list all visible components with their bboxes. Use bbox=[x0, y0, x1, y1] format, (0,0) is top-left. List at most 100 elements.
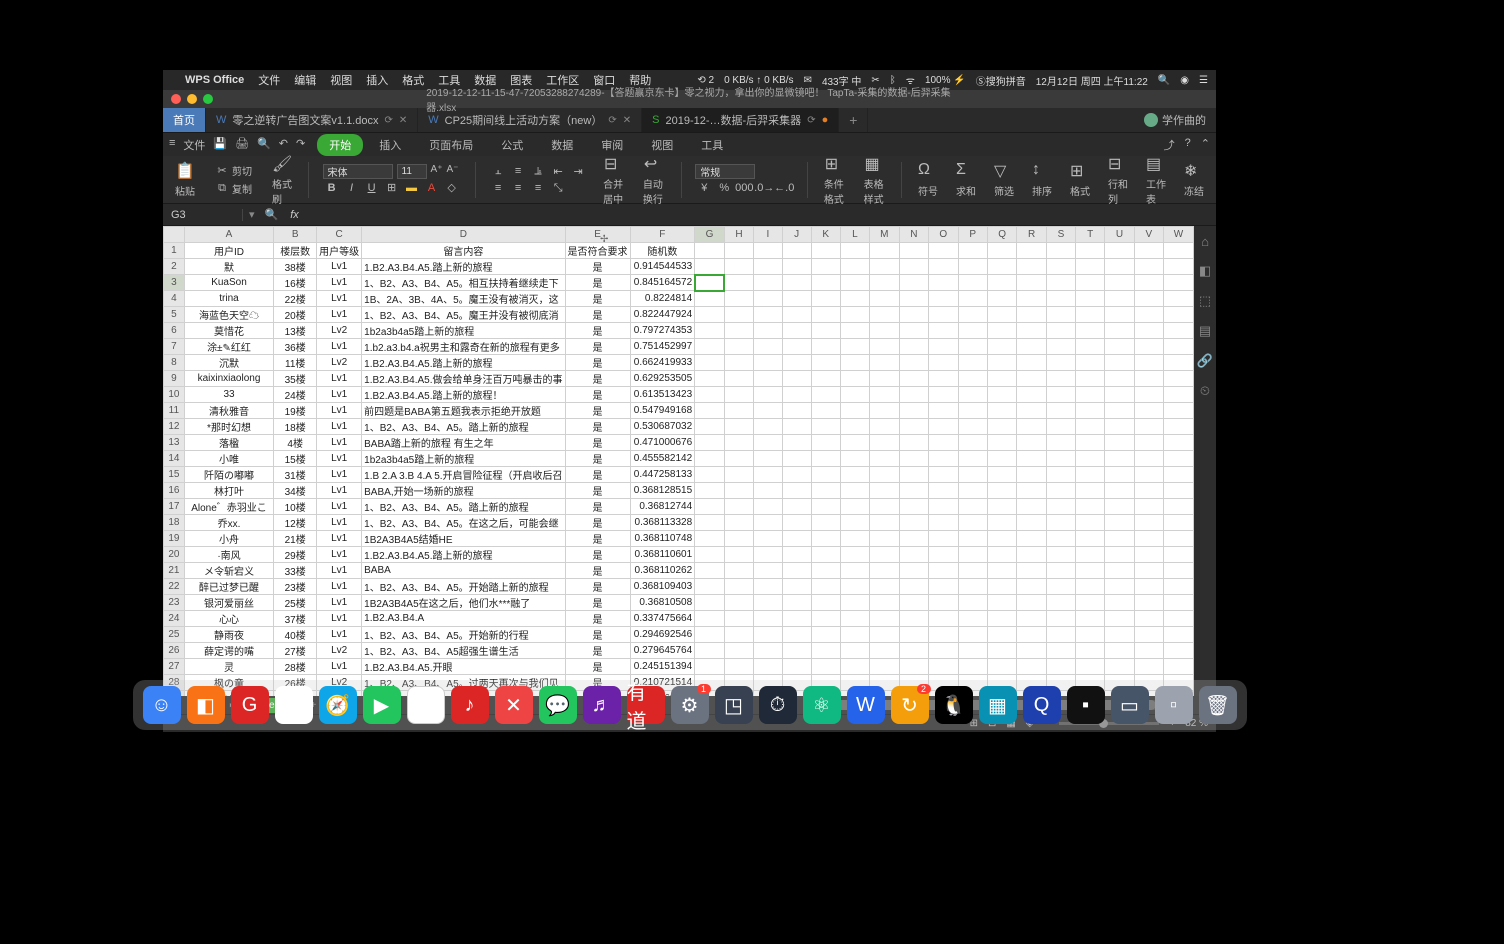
help-icon[interactable]: ? bbox=[1185, 137, 1191, 153]
cell[interactable] bbox=[754, 371, 782, 387]
cell[interactable] bbox=[695, 451, 725, 467]
cell[interactable] bbox=[1134, 259, 1163, 275]
cell[interactable]: 0.368128515 bbox=[630, 483, 695, 499]
cell[interactable] bbox=[1134, 243, 1163, 259]
tab-sync-icon[interactable]: ⟳ bbox=[384, 115, 392, 126]
cell[interactable] bbox=[782, 355, 811, 371]
ribbon-tab-tools[interactable]: 工具 bbox=[689, 134, 735, 156]
cell[interactable]: 0.279645764 bbox=[630, 643, 695, 659]
notification-center-icon[interactable]: ☰ bbox=[1199, 75, 1208, 86]
cell[interactable] bbox=[1163, 547, 1193, 563]
cell[interactable] bbox=[754, 595, 782, 611]
cell[interactable] bbox=[1105, 579, 1134, 595]
cell[interactable]: 0.368110601 bbox=[630, 547, 695, 563]
cell[interactable]: Lv1 bbox=[317, 499, 362, 515]
cell[interactable] bbox=[1163, 259, 1193, 275]
cell[interactable]: Lv1 bbox=[317, 339, 362, 355]
cell[interactable] bbox=[899, 339, 928, 355]
cell[interactable] bbox=[1134, 419, 1163, 435]
row-header[interactable]: 2 bbox=[164, 259, 185, 275]
col-header-B[interactable]: B bbox=[274, 227, 317, 243]
cell[interactable] bbox=[1134, 435, 1163, 451]
col-header-M[interactable]: M bbox=[869, 227, 899, 243]
cell[interactable]: 楼层数 bbox=[274, 243, 317, 259]
cell[interactable] bbox=[958, 419, 987, 435]
qa-file[interactable]: 文件 bbox=[183, 137, 205, 153]
cell[interactable] bbox=[1134, 323, 1163, 339]
cell[interactable] bbox=[782, 563, 811, 579]
cell[interactable] bbox=[869, 627, 899, 643]
cell[interactable] bbox=[869, 355, 899, 371]
col-header-N[interactable]: N bbox=[899, 227, 928, 243]
cell[interactable] bbox=[899, 259, 928, 275]
cell[interactable] bbox=[1105, 323, 1134, 339]
cell[interactable] bbox=[869, 563, 899, 579]
cell[interactable] bbox=[811, 595, 840, 611]
row-header[interactable]: 8 bbox=[164, 355, 185, 371]
cell[interactable] bbox=[958, 259, 987, 275]
cell[interactable] bbox=[1017, 531, 1046, 547]
col-header-D[interactable]: D bbox=[362, 227, 565, 243]
cell[interactable] bbox=[840, 291, 869, 307]
cell[interactable] bbox=[1134, 563, 1163, 579]
cell[interactable] bbox=[695, 339, 725, 355]
cell[interactable]: 20楼 bbox=[274, 307, 317, 323]
cell[interactable] bbox=[1076, 659, 1105, 675]
cell[interactable] bbox=[929, 291, 959, 307]
cell[interactable] bbox=[840, 611, 869, 627]
cell[interactable] bbox=[1163, 371, 1193, 387]
cell[interactable] bbox=[754, 275, 782, 291]
cell[interactable] bbox=[811, 259, 840, 275]
cell[interactable] bbox=[1017, 659, 1046, 675]
cell[interactable] bbox=[754, 419, 782, 435]
cell[interactable]: 1.B2.A3.B4.A5.开眼 bbox=[362, 659, 565, 675]
cell[interactable] bbox=[869, 387, 899, 403]
cell[interactable] bbox=[1134, 483, 1163, 499]
decrease-font-icon[interactable]: A⁻ bbox=[447, 164, 459, 179]
cell[interactable] bbox=[899, 371, 928, 387]
cell[interactable] bbox=[1163, 611, 1193, 627]
cell[interactable]: 27楼 bbox=[274, 643, 317, 659]
cell[interactable] bbox=[1046, 355, 1075, 371]
cell[interactable] bbox=[754, 627, 782, 643]
cell[interactable] bbox=[811, 403, 840, 419]
cell[interactable] bbox=[1076, 275, 1105, 291]
col-header-H[interactable]: H bbox=[724, 227, 753, 243]
cell[interactable]: 是 bbox=[565, 611, 630, 627]
cell[interactable] bbox=[869, 243, 899, 259]
cell[interactable] bbox=[899, 547, 928, 563]
cell[interactable] bbox=[987, 563, 1017, 579]
cell[interactable] bbox=[782, 515, 811, 531]
cell[interactable] bbox=[840, 531, 869, 547]
format-painter-button[interactable]: 🖌格式刷 bbox=[266, 152, 298, 208]
cell[interactable] bbox=[1017, 627, 1046, 643]
cell[interactable] bbox=[1134, 371, 1163, 387]
cell[interactable]: 0.662419933 bbox=[630, 355, 695, 371]
siri-icon[interactable]: ◉ bbox=[1180, 75, 1189, 86]
cell[interactable]: Lv1 bbox=[317, 563, 362, 579]
cell[interactable] bbox=[1046, 563, 1075, 579]
cell[interactable]: Lv1 bbox=[317, 595, 362, 611]
cell[interactable] bbox=[724, 435, 753, 451]
col-header-O[interactable]: O bbox=[929, 227, 959, 243]
cell[interactable] bbox=[695, 275, 725, 291]
dock-qq[interactable]: 🐧 bbox=[935, 686, 973, 724]
cell[interactable] bbox=[782, 243, 811, 259]
dock-finder[interactable]: ☺ bbox=[143, 686, 181, 724]
cell[interactable] bbox=[840, 515, 869, 531]
cell[interactable] bbox=[724, 563, 753, 579]
row-header[interactable]: 4 bbox=[164, 291, 185, 307]
cell[interactable] bbox=[754, 435, 782, 451]
cell[interactable] bbox=[811, 435, 840, 451]
cell[interactable] bbox=[1076, 627, 1105, 643]
cell[interactable] bbox=[1076, 355, 1105, 371]
cell[interactable] bbox=[724, 531, 753, 547]
cell[interactable] bbox=[899, 387, 928, 403]
cell[interactable]: 11楼 bbox=[274, 355, 317, 371]
cellref-dropdown-icon[interactable]: ▾ bbox=[243, 208, 261, 221]
border-button[interactable]: ⊞ bbox=[383, 180, 401, 196]
dock-chrome[interactable]: ◯ bbox=[275, 686, 313, 724]
cell[interactable] bbox=[1076, 259, 1105, 275]
cell[interactable] bbox=[1046, 323, 1075, 339]
row-header[interactable]: 13 bbox=[164, 435, 185, 451]
